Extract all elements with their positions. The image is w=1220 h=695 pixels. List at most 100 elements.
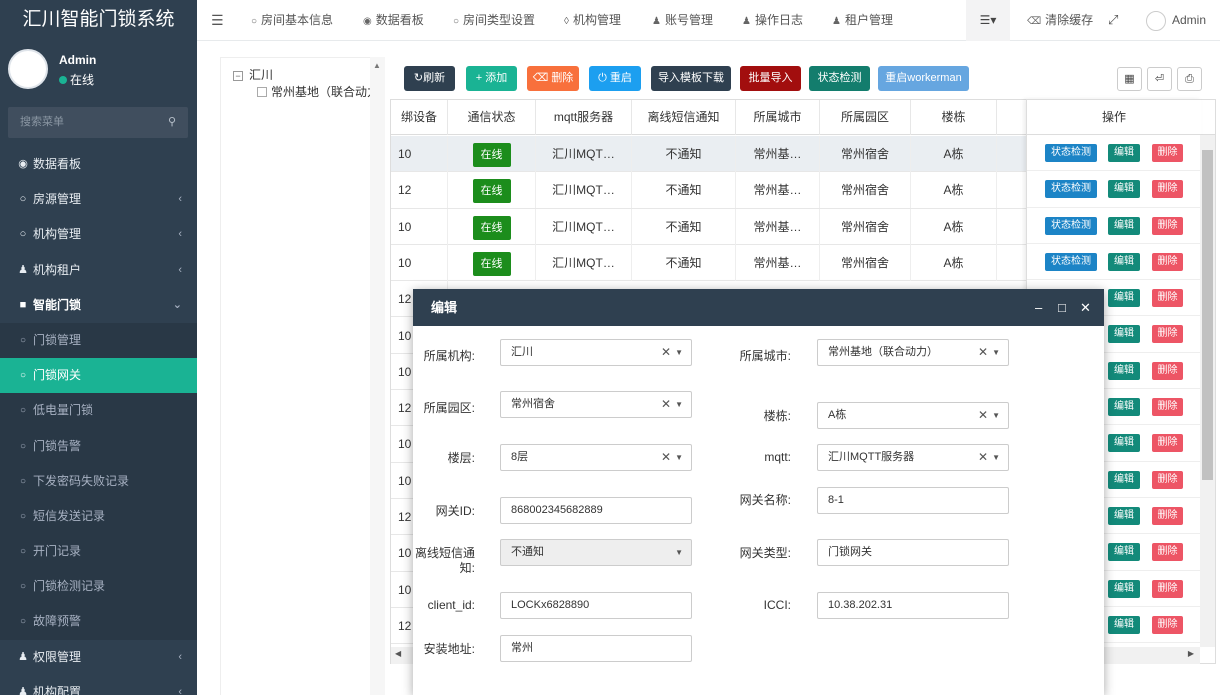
nav-org-manage[interactable]: ◊ 机构管理 <box>564 0 621 41</box>
org-select[interactable]: 汇川 ✕ ▼ <box>500 339 692 366</box>
sidebar-item-smart-lock[interactable]: ■ 智能门锁 ⌄ <box>0 288 197 323</box>
row-status-check-button[interactable]: 状态检测 <box>1045 216 1097 235</box>
row-edit-button[interactable]: 编辑 <box>1108 615 1140 634</box>
col-header-sms[interactable]: 离线短信通知 <box>632 100 736 135</box>
sidebar-item-lock-gateway[interactable]: ○ 门锁网关 <box>0 358 197 394</box>
row-delete-button[interactable]: 删除 <box>1152 325 1183 344</box>
row-delete-button[interactable]: 删除 <box>1152 180 1183 199</box>
hamburger-menu-icon[interactable]: ☰ <box>211 0 224 41</box>
fullscreen-icon[interactable]: ⤢ <box>1108 0 1118 41</box>
tree-scrollbar[interactable]: ▲ <box>370 57 385 695</box>
row-edit-button[interactable]: 编辑 <box>1108 434 1140 453</box>
row-delete-button[interactable]: 删除 <box>1152 470 1183 489</box>
sidebar-item-lock-manage[interactable]: ○ 门锁管理 <box>0 322 197 359</box>
client-id-input[interactable]: LOCKx6828890 <box>500 592 692 619</box>
col-header-city[interactable]: 所属城市 <box>736 100 820 135</box>
row-edit-button[interactable]: 编辑 <box>1108 543 1140 562</box>
sidebar-item-open-log[interactable]: ○ 开门记录 <box>0 534 197 570</box>
refresh-button[interactable]: ↻刷新 <box>404 66 455 91</box>
row-delete-button[interactable]: 删除 <box>1152 434 1183 453</box>
caret-down-icon[interactable]: ▼ <box>675 540 683 565</box>
row-edit-button[interactable]: 编辑 <box>1108 398 1140 417</box>
row-delete-button[interactable]: 删除 <box>1152 361 1183 380</box>
caret-down-icon[interactable]: ▼ <box>675 392 683 417</box>
status-check-button[interactable]: 状态检测 <box>809 66 870 91</box>
row-delete-button[interactable]: 删除 <box>1152 579 1183 598</box>
sidebar-item-lock-alarm[interactable]: ○ 门锁告警 <box>0 428 197 464</box>
row-edit-button[interactable]: 编辑 <box>1108 325 1140 344</box>
sidebar-item-org-config[interactable]: ♟ 机构配置 ‹ <box>0 675 197 695</box>
caret-down-icon[interactable]: ▼ <box>992 340 1000 365</box>
sidebar-item-check-log[interactable]: ○ 门锁检测记录 <box>0 569 197 605</box>
gateway-name-input[interactable]: 8-1 <box>817 487 1009 514</box>
sidebar-item-sms-log[interactable]: ○ 短信发送记录 <box>0 498 197 535</box>
tree-node-root[interactable]: − 汇川 <box>233 66 273 83</box>
iccid-input[interactable]: 10.38.202.31 <box>817 592 1009 619</box>
restart-button[interactable]: ⏻ 重启 <box>589 66 641 91</box>
minimize-icon[interactable]: – <box>1035 289 1042 326</box>
close-icon[interactable]: ✕ <box>1080 289 1091 326</box>
park-select[interactable]: 常州宿舍 ✕ ▼ <box>500 391 692 418</box>
table-row[interactable]: 12 在线 汇川MQT… 不通知 常州基… 常州宿舍 A栋 <box>391 172 1027 209</box>
clear-cache-button[interactable]: ⌫ 清除缓存 <box>1027 0 1093 41</box>
clear-icon[interactable]: ✕ <box>661 392 671 417</box>
nav-account-manage[interactable]: ♟ 账号管理 <box>652 0 713 41</box>
user-menu[interactable]: Admin <box>1146 0 1206 41</box>
row-edit-button[interactable]: 编辑 <box>1108 506 1140 525</box>
scroll-up-icon[interactable]: ▲ <box>373 61 381 70</box>
tree-node-child[interactable]: 常州基地（联合动力） <box>257 83 387 100</box>
batch-import-button[interactable]: 批量导入 <box>740 66 801 91</box>
nav-room-info[interactable]: ○ 房间基本信息 <box>251 0 333 41</box>
gateway-id-input[interactable]: 868002345682889 <box>500 497 692 524</box>
row-delete-button[interactable]: 删除 <box>1152 144 1183 162</box>
caret-down-icon[interactable]: ▼ <box>992 445 1000 470</box>
nav-operation-log[interactable]: ♟ 操作日志 <box>742 0 803 41</box>
row-edit-button[interactable]: 编辑 <box>1108 361 1140 380</box>
nav-dashboard[interactable]: ◉ 数据看板 <box>363 0 424 41</box>
row-delete-button[interactable]: 删除 <box>1152 398 1183 417</box>
sidebar-item-org[interactable]: ○ 机构管理 ‹ <box>0 217 197 252</box>
clear-icon[interactable]: ✕ <box>978 445 988 470</box>
columns-toggle-icon[interactable]: ▦ <box>1117 67 1142 91</box>
tabs-dropdown-button[interactable]: ☰▾ <box>966 0 1010 41</box>
sidebar-item-housing[interactable]: ○ 房源管理 ‹ <box>0 182 197 217</box>
maximize-icon[interactable]: □ <box>1058 289 1066 326</box>
row-delete-button[interactable]: 删除 <box>1152 289 1183 308</box>
row-delete-button[interactable]: 删除 <box>1152 615 1183 634</box>
clear-icon[interactable]: ✕ <box>661 340 671 365</box>
building-select[interactable]: A栋 ✕ ▼ <box>817 402 1009 429</box>
row-edit-button[interactable]: 编辑 <box>1108 470 1140 489</box>
gateway-type-input[interactable]: 门锁网关 <box>817 539 1009 566</box>
row-delete-button[interactable]: 删除 <box>1152 252 1183 271</box>
row-delete-button[interactable]: 删除 <box>1152 506 1183 525</box>
floor-select[interactable]: 8层 ✕ ▼ <box>500 444 692 471</box>
col-header-building[interactable]: 楼栋 <box>911 100 997 135</box>
export-icon[interactable]: ⏎ <box>1147 67 1172 91</box>
caret-down-icon[interactable]: ▼ <box>675 445 683 470</box>
col-header-mqtt[interactable]: mqtt服务器 <box>536 100 632 135</box>
caret-down-icon[interactable]: ▼ <box>992 403 1000 428</box>
add-button[interactable]: + 添加 <box>466 66 517 91</box>
menu-search-input[interactable]: 搜索菜单 ⚲ <box>8 107 188 138</box>
table-row[interactable]: 10 在线 汇川MQT… 不通知 常州基… 常州宿舍 A栋 <box>391 136 1027 173</box>
mqtt-select[interactable]: 汇川MQTT服务器 ✕ ▼ <box>817 444 1009 471</box>
row-edit-button[interactable]: 编辑 <box>1108 216 1140 235</box>
scroll-right-icon[interactable]: ▶ <box>1188 649 1194 658</box>
avatar[interactable] <box>8 49 48 89</box>
sidebar-item-permissions[interactable]: ♟ 权限管理 ‹ <box>0 640 197 675</box>
clear-icon[interactable]: ✕ <box>978 340 988 365</box>
address-input[interactable]: 常州 <box>500 635 692 662</box>
row-status-check-button[interactable]: 状态检测 <box>1045 252 1097 271</box>
clear-icon[interactable]: ✕ <box>978 403 988 428</box>
nav-room-type[interactable]: ○ 房间类型设置 <box>453 0 535 41</box>
nav-tenant-manage[interactable]: ♟ 租户管理 <box>832 0 893 41</box>
sidebar-item-tenants[interactable]: ♟ 机构租户 ‹ <box>0 253 197 288</box>
row-status-check-button[interactable]: 状态检测 <box>1045 144 1097 162</box>
sidebar-item-dashboard[interactable]: ◉ 数据看板 <box>0 147 197 182</box>
print-icon[interactable]: ⎙ <box>1177 67 1202 91</box>
search-icon[interactable]: ⚲ <box>168 107 176 138</box>
col-header-status[interactable]: 通信状态 <box>448 100 536 135</box>
template-download-button[interactable]: 导入模板下载 <box>651 66 731 91</box>
col-header-park[interactable]: 所属园区 <box>820 100 911 135</box>
row-delete-button[interactable]: 删除 <box>1152 216 1183 235</box>
